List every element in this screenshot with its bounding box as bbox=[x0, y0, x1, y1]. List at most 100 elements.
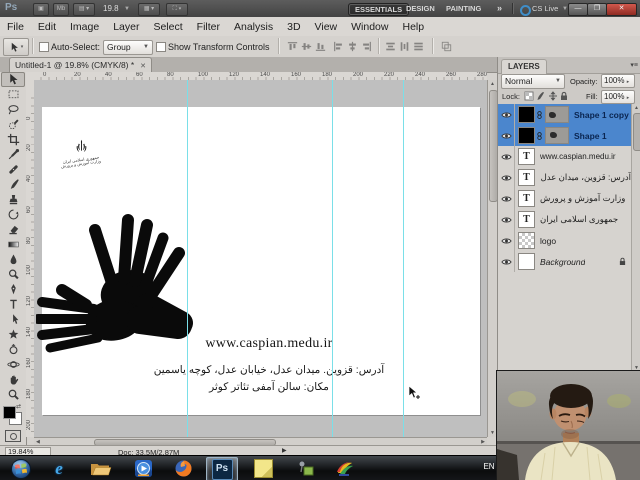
layer-name[interactable]: Background bbox=[540, 257, 585, 267]
layer-name[interactable]: Shape 1 copy bbox=[574, 110, 629, 120]
tab-close-icon[interactable]: ✕ bbox=[140, 63, 146, 70]
tool-lasso[interactable] bbox=[1, 102, 25, 117]
tool-3d-orbit[interactable] bbox=[1, 357, 25, 372]
layer-thumbnail[interactable] bbox=[518, 253, 535, 270]
tool-eyedropper[interactable] bbox=[1, 147, 25, 162]
tool-3d-rotate[interactable] bbox=[1, 342, 25, 357]
lock-icons[interactable] bbox=[524, 91, 568, 101]
align-left-edges-icon[interactable] bbox=[332, 40, 345, 53]
menu-layer[interactable]: Layer bbox=[106, 21, 146, 33]
arrange-documents-icon[interactable]: ▦ ▾ bbox=[138, 3, 160, 16]
layer-thumbnail[interactable] bbox=[518, 232, 535, 249]
layer-row-background[interactable]: Background bbox=[498, 251, 631, 273]
workspace-essentials[interactable]: ESSENTIALS bbox=[348, 3, 410, 16]
auto-select-checkbox[interactable] bbox=[39, 42, 49, 52]
layer-row-shape1copy[interactable]: Shape 1 copy bbox=[498, 104, 631, 126]
taskbar-babylon[interactable] bbox=[330, 457, 360, 480]
menu-file[interactable]: File bbox=[0, 21, 31, 33]
visibility-toggle[interactable] bbox=[498, 125, 515, 146]
visibility-toggle[interactable] bbox=[498, 146, 515, 167]
layer-name[interactable]: Shape 1 bbox=[574, 131, 607, 141]
taskbar-windows-explorer[interactable] bbox=[86, 457, 116, 480]
restore-button[interactable]: ❐ bbox=[587, 3, 607, 16]
taskbar-internet-explorer[interactable]: e bbox=[44, 457, 74, 480]
tool-move[interactable] bbox=[1, 72, 25, 87]
layer-name[interactable]: www.caspian.medu.ir bbox=[540, 152, 616, 161]
text-layer-thumbnail[interactable]: T bbox=[518, 169, 535, 186]
tool-gradient[interactable] bbox=[1, 237, 25, 252]
layer-row-address-text[interactable]: T آدرس: قزوین، میدان عدل، خ... bbox=[498, 167, 631, 189]
cs-live-label[interactable]: CS Live bbox=[532, 3, 558, 14]
panel-scroll-up-icon[interactable]: ▲ bbox=[634, 104, 639, 112]
opacity-value[interactable]: 100% ▸ bbox=[601, 74, 635, 88]
layer-name[interactable]: logo bbox=[540, 236, 556, 246]
start-button[interactable] bbox=[6, 457, 36, 480]
tool-pen[interactable] bbox=[1, 282, 25, 297]
auto-align-layers-icon[interactable] bbox=[440, 40, 453, 53]
status-flyout-icon[interactable]: ▶ bbox=[282, 447, 287, 454]
menu-view[interactable]: View bbox=[308, 21, 345, 33]
tool-eraser[interactable] bbox=[1, 222, 25, 237]
tool-crop[interactable] bbox=[1, 132, 25, 147]
distribute-vertical-centers-icon[interactable] bbox=[398, 40, 411, 53]
distribute-top-edges-icon[interactable] bbox=[384, 40, 397, 53]
layer-thumbnail[interactable] bbox=[518, 127, 535, 144]
view-extras-icon[interactable]: ▤ ▾ bbox=[73, 3, 95, 16]
tool-spot-healing-brush[interactable] bbox=[1, 162, 25, 177]
tool-blur[interactable] bbox=[1, 252, 25, 267]
tool-zoom[interactable] bbox=[1, 387, 25, 402]
cs-live-icon[interactable] bbox=[520, 5, 531, 16]
current-tool-icon[interactable]: ▾ bbox=[3, 38, 29, 56]
menu-3d[interactable]: 3D bbox=[280, 21, 307, 33]
screen-mode-icon[interactable]: ⛶ ▾ bbox=[166, 3, 188, 16]
panel-menu-icon[interactable]: ▾≡ bbox=[630, 61, 638, 69]
tool-custom-shape[interactable] bbox=[1, 327, 25, 342]
canvas-area[interactable]: جمهوری اسلامی ایران وزارت آموزش و پرورش bbox=[34, 80, 487, 437]
taskbar-sticky-notes[interactable] bbox=[248, 457, 278, 480]
menu-window[interactable]: Window bbox=[344, 21, 395, 33]
vector-mask-thumbnail[interactable] bbox=[545, 127, 569, 144]
layer-row-republic-text[interactable]: T جمهوری اسلامی ایران bbox=[498, 209, 631, 231]
fill-value[interactable]: 100% ▸ bbox=[601, 90, 635, 104]
layer-row-shape1[interactable]: Shape 1 bbox=[498, 125, 631, 147]
layer-row-ministry-text[interactable]: T وزارت آموزش و پرورش bbox=[498, 188, 631, 210]
language-indicator[interactable]: EN bbox=[481, 460, 497, 474]
launch-bridge-icon[interactable]: ▣ bbox=[33, 3, 49, 16]
align-vertical-centers-icon[interactable] bbox=[300, 40, 313, 53]
workspace-design[interactable]: DESIGN bbox=[406, 3, 435, 14]
menu-help[interactable]: Help bbox=[395, 21, 431, 33]
tool-type[interactable] bbox=[1, 297, 25, 312]
menu-image[interactable]: Image bbox=[63, 21, 106, 33]
minimize-button[interactable]: — bbox=[568, 3, 588, 16]
tool-quick-selection[interactable] bbox=[1, 117, 25, 132]
tool-rectangular-marquee[interactable] bbox=[1, 87, 25, 102]
tool-clone-stamp[interactable] bbox=[1, 192, 25, 207]
auto-select-dropdown[interactable]: Group ▼ bbox=[103, 40, 153, 55]
taskbar-photoshop[interactable]: Ps bbox=[206, 457, 238, 480]
taskbar-screen-capture[interactable] bbox=[290, 457, 320, 480]
tool-brush[interactable] bbox=[1, 177, 25, 192]
swap-colors-icon[interactable]: ⇄ bbox=[16, 403, 21, 410]
layer-name[interactable]: آدرس: قزوین، میدان عدل، خ... bbox=[540, 172, 631, 183]
show-transform-checkbox[interactable] bbox=[156, 42, 166, 52]
align-right-edges-icon[interactable] bbox=[360, 40, 373, 53]
scroll-down-icon[interactable]: ▼ bbox=[490, 429, 495, 437]
vector-mask-thumbnail[interactable] bbox=[545, 106, 569, 123]
foreground-color-swatch[interactable] bbox=[3, 406, 16, 419]
tool-history-brush[interactable] bbox=[1, 207, 25, 222]
document-tab[interactable]: Untitled-1 @ 19.8% (CMYK/8) * ✕ bbox=[9, 57, 153, 73]
align-bottom-edges-icon[interactable] bbox=[314, 40, 327, 53]
tool-path-selection[interactable] bbox=[1, 312, 25, 327]
blend-mode-dropdown[interactable]: Normal ▼ bbox=[501, 74, 565, 89]
zoom-level-caret-icon[interactable]: ▼ bbox=[124, 6, 130, 12]
workspace-overflow-icon[interactable]: » bbox=[497, 3, 502, 14]
align-horizontal-centers-icon[interactable] bbox=[346, 40, 359, 53]
tool-hand[interactable] bbox=[1, 372, 25, 387]
tool-dodge[interactable] bbox=[1, 267, 25, 282]
mini-bridge-icon[interactable]: Mb bbox=[53, 3, 69, 16]
visibility-toggle[interactable] bbox=[498, 104, 515, 125]
zoom-level-value[interactable]: 19.8 bbox=[103, 4, 119, 13]
workspace-painting[interactable]: PAINTING bbox=[446, 3, 481, 14]
layers-tab[interactable]: LAYERS bbox=[501, 59, 547, 74]
document-canvas[interactable]: جمهوری اسلامی ایران وزارت آموزش و پرورش bbox=[36, 107, 480, 415]
